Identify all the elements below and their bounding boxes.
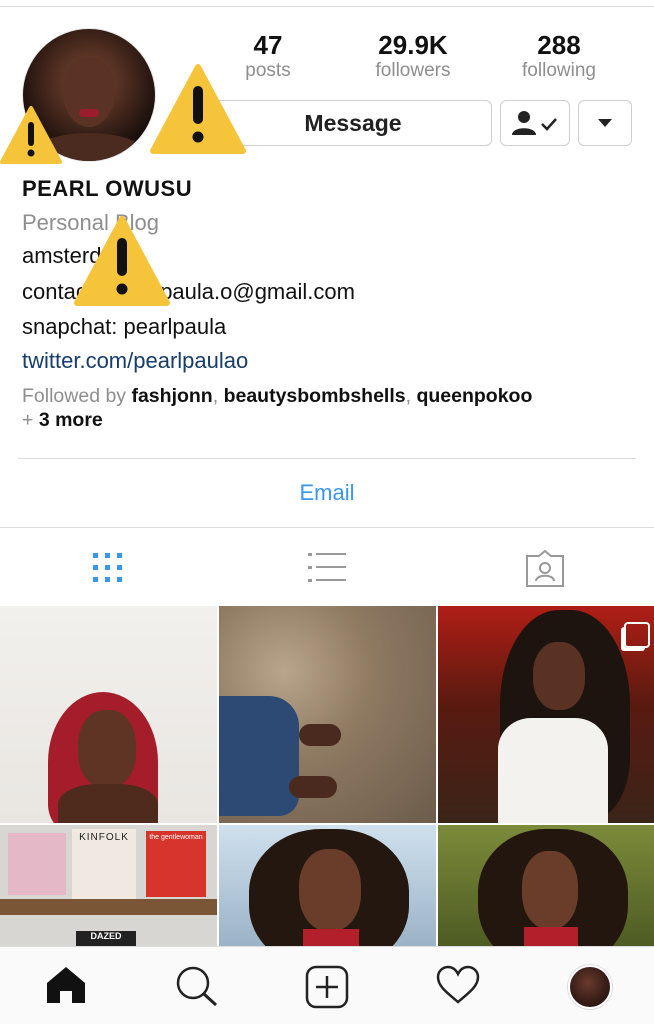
bottom-nav	[0, 946, 654, 1024]
profile-avatar-icon	[568, 965, 612, 1009]
magazine-cover	[8, 833, 66, 895]
divider	[18, 458, 636, 459]
profile-name: PEARL OWUSU	[22, 176, 193, 201]
magazine-title: KINFOLK	[79, 832, 129, 843]
post-face	[78, 710, 136, 788]
top-divider	[0, 6, 654, 7]
follower-name[interactable]: fashjonn	[131, 385, 212, 407]
followed-by[interactable]: Followed by fashjonn, beautysbombshells,…	[22, 384, 632, 432]
magazine-title: DAZED	[76, 931, 136, 946]
person-check-icon	[512, 111, 557, 135]
post-foot	[289, 776, 337, 798]
post-thumbnail[interactable]	[219, 606, 436, 823]
bio-line-snapchat: snapchat: pearlpaula	[22, 314, 227, 339]
followers-stat[interactable]: 29.9K followers	[353, 30, 473, 82]
email-button[interactable]: Email	[0, 480, 654, 506]
following-status-button[interactable]	[500, 100, 570, 146]
profile-website-link[interactable]: twitter.com/pearlpaulao	[22, 348, 248, 374]
more-options-button[interactable]	[578, 100, 632, 146]
follower-name[interactable]: beautysbombshells	[224, 385, 406, 407]
warning-icon	[0, 106, 62, 164]
shelf	[0, 899, 217, 915]
post-bandana	[303, 929, 359, 946]
followed-by-more[interactable]: 3 more	[39, 409, 103, 431]
tagged-icon	[526, 549, 564, 587]
post-bandana	[524, 927, 578, 946]
followed-by-plus: +	[22, 409, 39, 431]
tab-tagged[interactable]	[524, 549, 566, 593]
nav-home[interactable]	[44, 965, 88, 1010]
post-thumbnail[interactable]	[438, 606, 654, 823]
profile-tabs	[0, 528, 654, 606]
post-tshirt	[498, 718, 608, 823]
nav-activity[interactable]	[436, 965, 480, 1010]
post-thumbnail[interactable]	[438, 825, 654, 946]
chevron-down-icon	[598, 119, 612, 127]
add-post-icon	[305, 965, 349, 1009]
warning-icon	[74, 216, 170, 306]
post-shoulders	[58, 784, 158, 823]
post-jeans	[219, 696, 299, 816]
post-foot	[299, 724, 341, 746]
post-grid: KINFOLK the gentlewoman DAZED	[0, 606, 654, 946]
nav-search[interactable]	[175, 965, 219, 1012]
message-button[interactable]: Message	[214, 100, 492, 146]
tab-list[interactable]	[307, 550, 347, 591]
home-icon	[47, 967, 85, 1003]
followers-label[interactable]: followers	[353, 60, 473, 82]
search-icon	[176, 966, 218, 1007]
followed-by-prefix: Followed by	[22, 385, 132, 407]
magazine-cover: KINFOLK	[72, 829, 136, 899]
grid-icon	[93, 553, 122, 582]
bio-line-contact: contact: pearl.paula.o@gmail.com	[22, 279, 355, 304]
warning-icon	[150, 64, 246, 154]
following-count[interactable]: 288	[499, 30, 619, 60]
tab-grid[interactable]	[90, 550, 126, 591]
magazine-title: the gentlewoman	[149, 834, 203, 841]
magazine-cover: the gentlewoman	[146, 831, 206, 897]
post-thumbnail[interactable]: KINFOLK the gentlewoman DAZED	[0, 825, 217, 946]
follower-name[interactable]: queenpokoo	[416, 385, 532, 407]
posts-count: 47	[253, 30, 283, 60]
following-stat[interactable]: 288 following	[499, 30, 619, 82]
post-face	[299, 849, 361, 931]
post-face	[522, 851, 578, 929]
list-icon	[308, 553, 346, 582]
multiple-photos-icon	[624, 622, 650, 648]
nav-profile[interactable]	[568, 965, 612, 1009]
followers-count[interactable]: 29.9K	[353, 30, 473, 60]
post-thumbnail[interactable]	[219, 825, 436, 946]
avatar-lips	[79, 109, 99, 117]
post-face	[533, 642, 585, 710]
heart-icon	[436, 965, 480, 1004]
nav-add-post[interactable]	[305, 965, 349, 1014]
post-thumbnail[interactable]	[0, 606, 217, 823]
following-label[interactable]: following	[499, 60, 619, 82]
